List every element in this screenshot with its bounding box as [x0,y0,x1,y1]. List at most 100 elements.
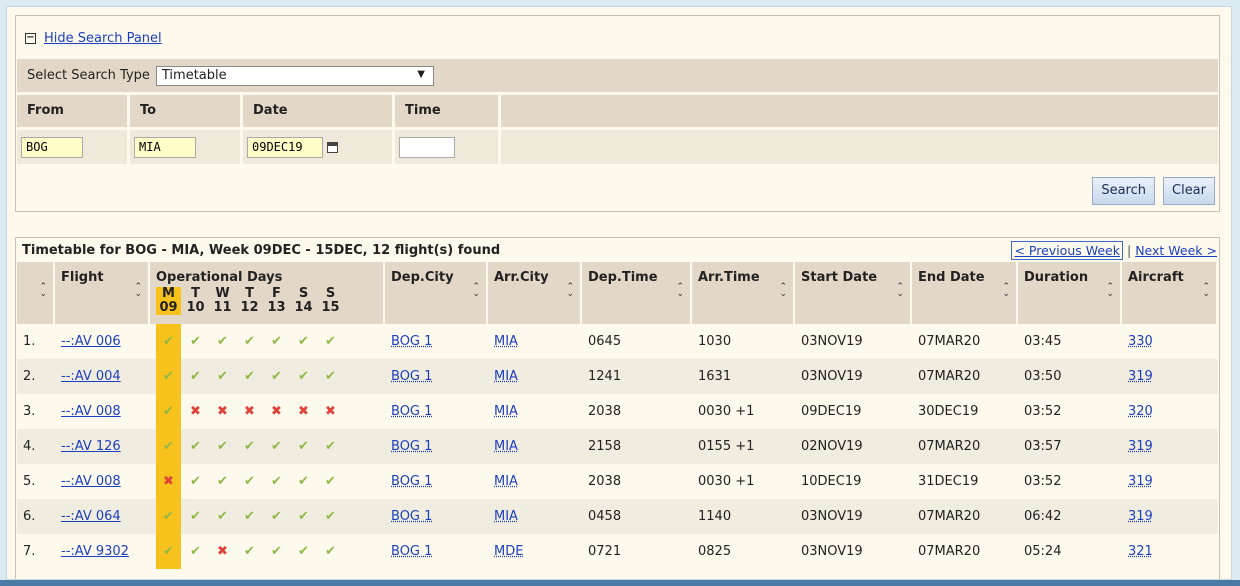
check-icon: ✔ [244,474,255,489]
sort-icon[interactable]: ⌃ ⌄ [779,283,787,299]
aircraft-link[interactable]: 319 [1128,474,1153,489]
duration: 03:52 [1024,474,1062,489]
aircraft-link[interactable]: 319 [1128,509,1153,524]
dep-city-link[interactable]: BOG 1 [391,544,432,559]
sort-icon[interactable]: ⌃ ⌄ [566,283,574,299]
operational-days: ✖ ✔ ✔ ✔ ✔ ✔ ✔ [156,464,377,499]
day-header: S 15 [318,287,343,315]
previous-week-link[interactable]: < Previous Week [1011,241,1123,260]
hide-search-link[interactable]: Hide Search Panel [44,31,162,46]
end-date: 30DEC19 [918,404,979,419]
sort-icon[interactable]: ⌃ ⌄ [1002,283,1010,299]
dep-city-header[interactable]: Dep.City ⌃ ⌄ [385,262,488,324]
sort-icon[interactable]: ⌃ ⌄ [134,283,142,299]
dep-city-header-label: Dep.City [391,270,454,285]
arr-city-link[interactable]: MIA [494,369,518,384]
duration-header[interactable]: Duration ⌃ ⌄ [1018,262,1122,324]
arr-city-link[interactable]: MIA [494,334,518,349]
time-input[interactable] [399,136,455,158]
sort-icon[interactable]: ⌃ ⌄ [1106,283,1114,299]
arr-city-header[interactable]: Arr.City ⌃ ⌄ [488,262,582,324]
check-icon: ✔ [190,544,201,559]
date-input[interactable] [247,136,323,158]
search-type-select[interactable]: Timetable ▼ [155,65,434,86]
cross-icon: ✖ [217,404,228,419]
duration-header-label: Duration [1024,270,1089,285]
day-number: 11 [213,300,232,315]
from-header: From [17,95,127,127]
dep-city-link[interactable]: BOG 1 [391,509,432,524]
aircraft-link[interactable]: 321 [1128,544,1153,559]
check-icon: ✔ [217,369,228,384]
sort-icon[interactable]: ⌃ ⌄ [472,283,480,299]
row-number: 6. [23,509,36,524]
day-header: T 12 [237,287,262,315]
cross-icon: ✖ [190,404,201,419]
aircraft-link[interactable]: 319 [1128,369,1153,384]
dep-city-link[interactable]: BOG 1 [391,404,432,419]
start-date: 03NOV19 [801,369,863,384]
arr-city-link[interactable]: MIA [494,474,518,489]
cross-icon: ✖ [325,404,336,419]
end-date: 07MAR20 [918,509,981,524]
start-date-header[interactable]: Start Date ⌃ ⌄ [795,262,912,324]
search-button[interactable]: Search [1092,177,1155,205]
dep-time: 0645 [588,334,622,349]
to-input[interactable] [134,136,196,158]
calendar-icon[interactable] [327,141,338,153]
arr-city-link[interactable]: MIA [494,509,518,524]
day-number: 09 [159,300,178,315]
row-number-header[interactable]: ⌃ ⌄ [17,262,55,324]
flight-link[interactable]: --:AV 008 [61,404,121,419]
dropdown-arrow-icon[interactable]: ▼ [417,69,425,80]
sort-icon[interactable]: ⌃ ⌄ [896,283,904,299]
cross-icon: ✖ [298,404,309,419]
end-date-header[interactable]: End Date ⌃ ⌄ [912,262,1018,324]
day-number: 14 [294,300,313,315]
cross-icon: ✖ [244,404,255,419]
clear-button[interactable]: Clear [1163,177,1215,205]
flight-header[interactable]: Flight ⌃ ⌄ [55,262,150,324]
dep-city-link[interactable]: BOG 1 [391,334,432,349]
arr-city-link[interactable]: MIA [494,439,518,454]
from-input[interactable] [21,136,83,158]
check-icon: ✔ [217,334,228,349]
flight-link[interactable]: --:AV 064 [61,509,121,524]
dep-time: 2038 [588,474,622,489]
dep-city-link[interactable]: BOG 1 [391,369,432,384]
flight-link[interactable]: --:AV 006 [61,334,121,349]
day-number: 12 [240,300,259,315]
arr-time-header[interactable]: Arr.Time ⌃ ⌄ [692,262,795,324]
dep-time-header[interactable]: Dep.Time ⌃ ⌄ [582,262,692,324]
dep-city-link[interactable]: BOG 1 [391,439,432,454]
flight-link[interactable]: --:AV 126 [61,439,121,454]
dep-city-link[interactable]: BOG 1 [391,474,432,489]
arr-city-link[interactable]: MIA [494,404,518,419]
hide-search-row[interactable]: − Hide Search Panel [25,31,162,46]
operational-days-header: Operational Days M 09 T 10 W 11 T 12 F 13 S 14 S 15 [150,262,385,324]
arr-city-link[interactable]: MDE [494,544,523,559]
next-week-link[interactable]: Next Week > [1135,243,1217,258]
flight-link[interactable]: --:AV 004 [61,369,121,384]
time-header: Time [395,95,498,127]
bottom-scrollbar[interactable] [0,580,1240,586]
collapse-icon[interactable]: − [25,33,36,44]
operational-days: ✔ ✔ ✖ ✔ ✔ ✔ ✔ [156,534,377,569]
sort-icon[interactable]: ⌃ ⌄ [39,283,47,299]
aircraft-link[interactable]: 319 [1128,439,1153,454]
aircraft-link[interactable]: 330 [1128,334,1153,349]
duration: 06:42 [1024,509,1062,524]
table-row: 4. --:AV 126 ✔ ✔ ✔ ✔ ✔ ✔ ✔ BOG 1 MIA 2158 0155 +1 02N… [17,429,1218,464]
flight-link[interactable]: --:AV 9302 [61,544,129,559]
input-filler [501,130,1218,164]
nav-separator: | [1126,243,1132,258]
sort-icon[interactable]: ⌃ ⌄ [676,283,684,299]
day-number: 15 [321,300,340,315]
sort-icon[interactable]: ⌃ ⌄ [1202,283,1210,299]
arr-time: 0155 +1 [698,439,755,454]
aircraft-link[interactable]: 320 [1128,404,1153,419]
flight-link[interactable]: --:AV 008 [61,474,121,489]
results-panel: Timetable for BOG - MIA, Week 09DEC - 15… [15,237,1220,579]
table-row: 3. --:AV 008 ✔ ✖ ✖ ✖ ✖ ✖ ✖ BOG 1 MIA 2038 0030 +1 09D… [17,394,1218,429]
aircraft-header[interactable]: Aircraft ⌃ ⌄ [1122,262,1218,324]
